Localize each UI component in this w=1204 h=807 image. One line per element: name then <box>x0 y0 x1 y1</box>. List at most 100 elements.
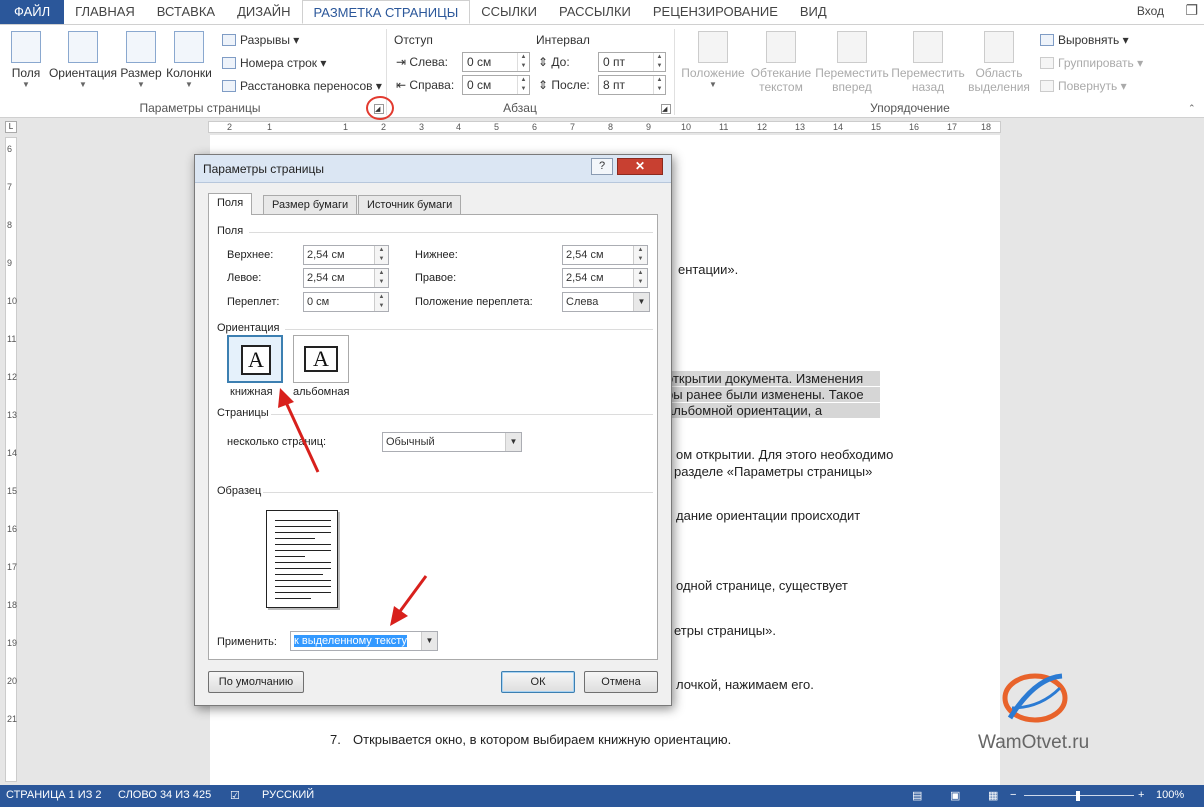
tab-references[interactable]: ССЫЛКИ <box>470 0 548 24</box>
dialog-tab-margins[interactable]: Поля <box>208 193 253 215</box>
margins-button[interactable]: Поля ▼ <box>8 31 44 89</box>
landscape-page-icon: A <box>304 346 338 372</box>
rotate-button[interactable]: Повернуть ▾ <box>1040 79 1127 93</box>
doc-text-line: открытии документа. Изменения <box>666 371 880 386</box>
size-button[interactable]: Размер ▼ <box>120 31 162 89</box>
hyphenation-button[interactable]: Расстановка переносов ▾ <box>222 79 382 93</box>
proofing-icon[interactable]: ☑ <box>230 789 240 802</box>
ok-button[interactable]: ОК <box>501 671 575 693</box>
selection-pane-button[interactable]: Область выделения <box>968 31 1030 94</box>
doc-text-line: етры страницы». <box>674 623 776 638</box>
spinner-arrows-icon[interactable]: ▲ ▼ <box>653 53 665 71</box>
tab-review[interactable]: РЕЦЕНЗИРОВАНИЕ <box>642 0 789 24</box>
help-button[interactable]: ? <box>591 158 613 175</box>
landscape-option[interactable]: A <box>293 335 349 383</box>
wrap-text-button[interactable]: Обтекание текстом <box>748 31 814 94</box>
spinner-arrows-icon[interactable]: ▲ ▼ <box>653 76 665 94</box>
web-layout-icon[interactable]: ▦ <box>988 789 998 802</box>
spinner-arrows-icon[interactable]: ▲ ▼ <box>374 293 388 311</box>
gutter-position-select[interactable]: Слева ▼ <box>562 292 650 312</box>
orientation-button[interactable]: Ориентация ▼ <box>48 31 118 89</box>
indent-left-label: ⇥ Слева: <box>396 55 448 69</box>
left-margin-input[interactable]: 2,54 см ▲ ▼ <box>303 268 389 288</box>
zoom-out-icon[interactable]: − <box>1010 789 1016 801</box>
spinner-arrows-icon[interactable]: ▲ ▼ <box>374 269 388 287</box>
tab-insert[interactable]: ВСТАВКА <box>146 0 226 24</box>
spacing-after-input[interactable]: 8 пт ▲ ▼ <box>598 75 666 95</box>
spinner-arrows-icon[interactable]: ▲ ▼ <box>517 53 529 71</box>
indent-right-input[interactable]: 0 см ▲ ▼ <box>462 75 530 95</box>
send-backward-button[interactable]: Переместить назад <box>890 31 966 94</box>
arrange-group-label: Упорядочение <box>870 101 950 115</box>
columns-icon <box>174 31 204 63</box>
gutter-label: Переплет: <box>227 296 280 308</box>
top-margin-label: Верхнее: <box>227 249 274 261</box>
list-item-text: Открывается окно, в котором выбираем кни… <box>353 732 732 747</box>
annotation-arrow-portrait <box>278 388 320 473</box>
breaks-button[interactable]: Разрывы ▾ <box>222 33 299 47</box>
tab-page-layout[interactable]: РАЗМЕТКА СТРАНИЦЫ <box>301 0 471 24</box>
tab-mailings[interactable]: РАССЫЛКИ <box>548 0 642 24</box>
margins-section-title: Поля <box>217 225 244 237</box>
gutter-input[interactable]: 0 см ▲ ▼ <box>303 292 389 312</box>
set-default-button[interactable]: По умолчанию <box>208 671 304 693</box>
right-margin-input[interactable]: 2,54 см ▲ ▼ <box>562 268 648 288</box>
portrait-option[interactable]: A <box>227 335 283 383</box>
margins-icon <box>11 31 41 63</box>
apply-to-select[interactable]: к выделенному тексту ▼ <box>290 631 438 651</box>
doc-text-line: разделе «Параметры страницы» <box>674 464 873 479</box>
dialog-tab-paper-size[interactable]: Размер бумаги <box>263 195 358 214</box>
read-mode-icon[interactable]: ▤ <box>912 789 922 802</box>
tab-design[interactable]: ДИЗАЙН <box>226 0 301 24</box>
right-margin-label: Правое: <box>415 272 457 284</box>
spinner-arrows-icon[interactable]: ▲ ▼ <box>517 76 529 94</box>
zoom-level[interactable]: 100% <box>1156 789 1184 801</box>
cancel-button[interactable]: Отмена <box>584 671 658 693</box>
position-icon <box>698 31 728 63</box>
collapse-ribbon-icon[interactable]: ⌃ <box>1188 103 1196 114</box>
group-objects-button[interactable]: Группировать ▾ <box>1040 56 1143 70</box>
spinner-arrows-icon[interactable]: ▲ ▼ <box>374 246 388 264</box>
tab-home[interactable]: ГЛАВНАЯ <box>64 0 146 24</box>
zoom-slider-thumb[interactable] <box>1076 791 1080 801</box>
dialog-tab-paper-source[interactable]: Источник бумаги <box>358 195 462 214</box>
position-button[interactable]: Положение ▼ <box>680 31 746 89</box>
tab-view[interactable]: ВИД <box>789 0 838 24</box>
indent-left-input[interactable]: 0 см ▲ ▼ <box>462 52 530 72</box>
spinner-arrows-icon[interactable]: ▲ ▼ <box>633 269 647 287</box>
close-button[interactable]: ✕ <box>617 158 663 175</box>
orientation-section-title: Ориентация <box>217 322 280 334</box>
chevron-down-icon: ▼ <box>421 632 437 650</box>
spacing-after-label: ⇕ После: <box>538 78 590 92</box>
align-icon <box>1040 34 1054 46</box>
paragraph-launcher-icon[interactable]: ◢ <box>661 104 671 114</box>
align-button[interactable]: Выровнять ▾ <box>1040 33 1129 47</box>
bottom-margin-input[interactable]: 2,54 см ▲ ▼ <box>562 245 648 265</box>
multiple-pages-select[interactable]: Обычный ▼ <box>382 432 522 452</box>
ribbon: Поля ▼ Ориентация ▼ Размер ▼ Колонки ▼ Р… <box>0 24 1204 118</box>
columns-button[interactable]: Колонки ▼ <box>164 31 214 89</box>
indent-left-icon: ⇥ <box>396 55 407 69</box>
status-page[interactable]: СТРАНИЦА 1 ИЗ 2 <box>6 789 102 801</box>
chevron-down-icon: ▼ <box>633 293 649 311</box>
tab-file[interactable]: ФАЙЛ <box>0 0 65 24</box>
signin-link[interactable]: Вход <box>1137 4 1164 18</box>
tab-selector[interactable]: L <box>5 121 17 133</box>
status-words[interactable]: СЛОВО 34 ИЗ 425 <box>118 789 211 801</box>
spacing-before-input[interactable]: 0 пт ▲ ▼ <box>598 52 666 72</box>
window-restore-icon[interactable]: ❐ <box>1185 2 1198 19</box>
chevron-down-icon: ▼ <box>505 433 521 451</box>
vertical-ruler[interactable]: 6 7 8 9 10 11 12 13 14 15 16 17 18 19 20… <box>5 137 17 782</box>
line-numbers-button[interactable]: Номера строк ▾ <box>222 56 326 70</box>
print-layout-icon[interactable]: ▣ <box>950 789 960 802</box>
spinner-arrows-icon[interactable]: ▲ ▼ <box>633 246 647 264</box>
chevron-down-icon: ▼ <box>185 80 193 89</box>
wamotvet-logo <box>1002 673 1068 723</box>
size-icon <box>126 31 156 63</box>
status-language[interactable]: РУССКИЙ <box>262 789 314 801</box>
bring-forward-button[interactable]: Переместить вперед <box>814 31 890 94</box>
orientation-icon <box>68 31 98 63</box>
horizontal-ruler[interactable]: 2 1 1 2 3 4 5 6 7 8 9 10 11 12 13 14 15 … <box>208 121 1001 133</box>
top-margin-input[interactable]: 2,54 см ▲ ▼ <box>303 245 389 265</box>
zoom-in-icon[interactable]: + <box>1138 789 1144 801</box>
